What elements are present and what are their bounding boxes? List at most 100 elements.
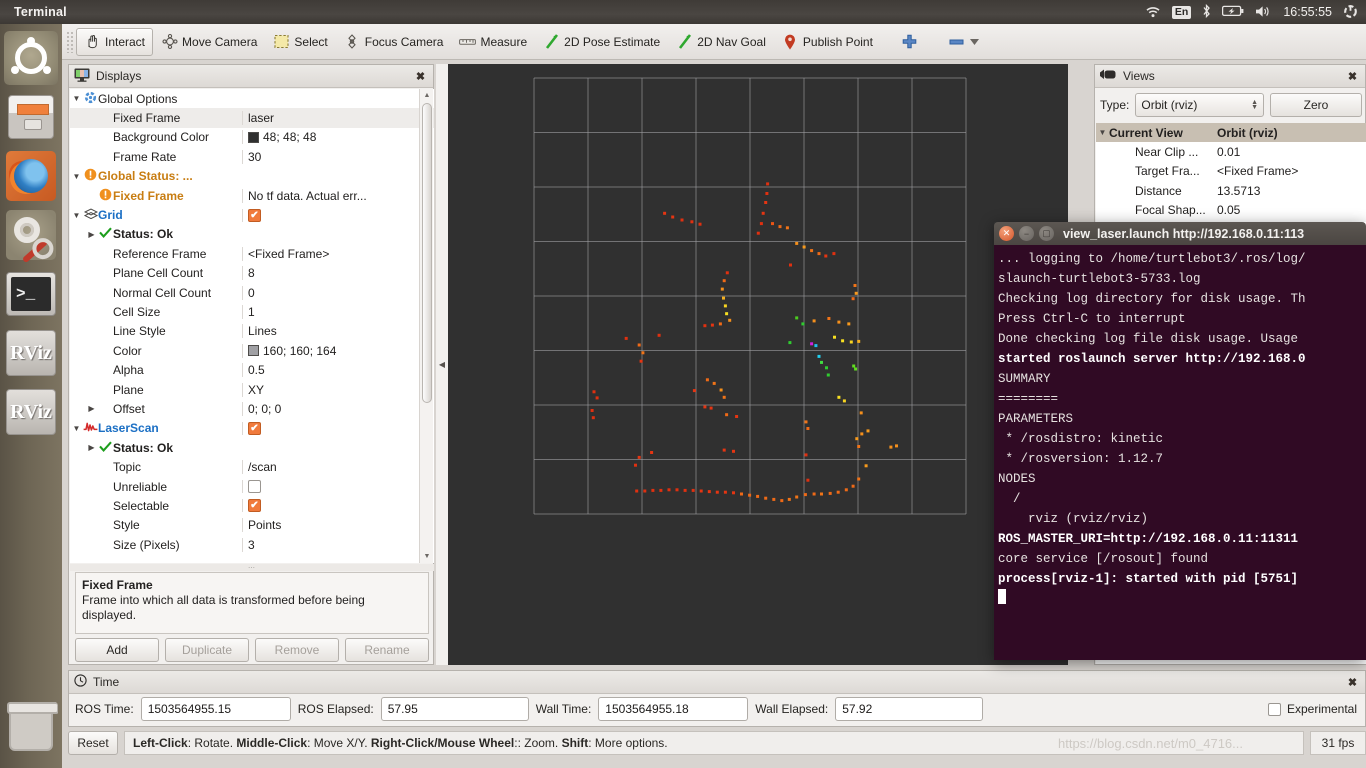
remove-tool-button[interactable] [940,28,988,56]
tool-2d-pose-estimate[interactable]: 2D Pose Estimate [535,28,668,56]
window-minimize-icon[interactable]: − [1019,226,1034,241]
display-row-value-cell[interactable]: 0 [242,285,434,300]
terminal-title-bar[interactable]: ✕ − ▢ view_laser.launch http://192.168.0… [994,222,1366,245]
tool-focus-camera[interactable]: Focus Camera [336,28,452,56]
add-button[interactable]: Add [75,638,159,662]
expand-arrow-closed-icon[interactable]: ▶ [85,230,98,239]
display-enabled-checkbox[interactable]: ✔ [248,499,261,513]
tool-move-camera[interactable]: Move Camera [153,28,265,56]
display-row[interactable]: Plane Cell Count 8 [70,264,434,283]
gear-power-icon[interactable] [1343,4,1358,21]
tool-measure[interactable]: Measure [451,28,535,56]
time-field-wall-time[interactable]: 1503564955.18 [598,697,749,721]
expand-arrow-open-icon[interactable]: ▼ [70,94,83,103]
display-row-value-cell[interactable] [242,480,434,493]
display-row[interactable]: Color 160; 160; 164 [70,341,434,360]
display-row[interactable]: Frame Rate 30 [70,147,434,166]
tool-2d-nav-goal[interactable]: 2D Nav Goal [668,28,774,56]
volume-icon[interactable] [1255,5,1272,20]
display-row[interactable]: Fixed Frame No tf data. Actual err... [70,186,434,205]
close-icon[interactable]: ✖ [1345,675,1360,690]
expand-arrow-open-icon[interactable]: ▼ [70,172,83,181]
window-close-icon[interactable]: ✕ [999,226,1014,241]
display-row[interactable]: Selectable ✔ [70,496,434,515]
display-row-value-cell[interactable]: /scan [242,460,434,475]
views-row[interactable]: Target Fra... <Fixed Frame> [1096,162,1366,181]
display-row[interactable]: Alpha 0.5 [70,360,434,379]
display-row-value-cell[interactable]: ✔ [242,499,434,513]
launcher-rviz-1[interactable]: RViz [4,326,58,380]
experimental-checkbox[interactable] [1267,702,1281,716]
display-row-value-cell[interactable]: Lines [242,324,434,339]
launcher-trash[interactable] [4,701,58,755]
terminal-window[interactable]: ✕ − ▢ view_laser.launch http://192.168.0… [994,222,1366,660]
display-enabled-checkbox[interactable]: ✔ [248,421,261,435]
views-row-value[interactable]: Orbit (rviz) [1214,126,1366,140]
display-row[interactable]: Reference Frame <Fixed Frame> [70,244,434,263]
display-row[interactable]: Style Points [70,516,434,535]
view3d-collapse-handle[interactable]: ◀ [436,64,448,665]
views-row-value[interactable]: 0.01 [1214,145,1366,159]
display-row-value-cell[interactable]: 30 [242,149,434,164]
launcher-files[interactable] [4,90,58,144]
display-row[interactable]: Normal Cell Count 0 [70,283,434,302]
display-enabled-checkbox[interactable] [248,480,261,493]
display-row[interactable]: ▼ LaserScan ✔ [70,419,434,438]
battery-icon[interactable] [1222,5,1244,19]
display-row-value-cell[interactable]: 48; 48; 48 [242,130,434,145]
displays-splitter[interactable]: ⋯ [70,564,434,572]
display-row-value-cell[interactable]: 0; 0; 0 [242,401,434,416]
expand-arrow-open-icon[interactable]: ▼ [70,424,83,433]
display-row[interactable]: ▶ Status: Ok [70,225,434,244]
experimental-toggle[interactable]: Experimental [1267,702,1361,716]
display-row[interactable]: ▶ Status: Ok [70,438,434,457]
wifi-icon[interactable] [1145,5,1161,20]
close-icon[interactable]: ✖ [1345,69,1360,84]
views-row-value[interactable]: <Fixed Frame> [1214,164,1366,178]
display-row-value-cell[interactable]: ✔ [242,208,434,222]
launcher-ubuntu-dash[interactable] [4,31,58,85]
expand-arrow-closed-icon[interactable]: ▶ [85,443,98,452]
tool-select[interactable]: Select [265,28,335,56]
views-row[interactable]: Distance 13.5713 [1096,181,1366,200]
clock[interactable]: 16:55:55 [1283,5,1332,19]
display-row-value-cell[interactable]: laser [242,111,434,126]
display-row[interactable]: ▼ Global Status: ... [70,167,434,186]
views-row[interactable]: Near Clip ... 0.01 [1096,142,1366,161]
display-row[interactable]: Line Style Lines [70,322,434,341]
display-row[interactable]: Background Color 48; 48; 48 [70,128,434,147]
displays-scrollbar[interactable]: ▲ ▼ [419,89,433,563]
scroll-thumb[interactable] [422,103,432,403]
time-field-ros-time[interactable]: 1503564955.15 [140,697,291,721]
scroll-down-icon[interactable]: ▼ [420,550,434,563]
display-row[interactable]: Size (Pixels) 3 [70,535,434,554]
display-row[interactable]: Cell Size 1 [70,302,434,321]
display-row[interactable]: Plane XY [70,380,434,399]
toolbar-drag-handle[interactable] [66,30,74,53]
display-row[interactable]: Topic/scan [70,457,434,476]
display-row-value-cell[interactable]: Points [242,518,434,533]
render-view-3d[interactable] [448,64,1068,665]
tool-publish-point[interactable]: Publish Point [774,28,881,56]
launcher-firefox[interactable] [4,149,58,203]
display-row-value-cell[interactable]: 8 [242,266,434,281]
views-row-value[interactable]: 13.5713 [1214,184,1366,198]
keyboard-layout-indicator[interactable]: En [1171,5,1192,19]
display-row-value-cell[interactable]: XY [242,382,434,397]
display-row[interactable]: Unreliable [70,477,434,496]
time-field-wall-elapsed[interactable]: 57.92 [835,697,984,721]
launcher-terminal[interactable]: >_ [4,267,58,321]
launcher-rviz-2[interactable]: RViz [4,385,58,439]
reset-button[interactable]: Reset [68,731,118,755]
display-enabled-checkbox[interactable]: ✔ [248,208,261,222]
display-row-value-cell[interactable]: ✔ [242,421,434,435]
expand-arrow-open-icon[interactable]: ▼ [1096,128,1109,137]
display-row[interactable]: Fixed Frame laser [70,108,434,128]
display-row-value-cell[interactable]: 1 [242,304,434,319]
expand-arrow-closed-icon[interactable]: ▶ [85,404,98,413]
display-row[interactable]: ▼ Global Options [70,89,434,108]
views-row[interactable]: ▼ Current View Orbit (rviz) [1096,123,1366,143]
display-row-value-cell[interactable]: 3 [242,537,434,552]
display-row[interactable]: ▼ Grid ✔ [70,205,434,224]
display-row-value-cell[interactable]: No tf data. Actual err... [242,188,434,203]
